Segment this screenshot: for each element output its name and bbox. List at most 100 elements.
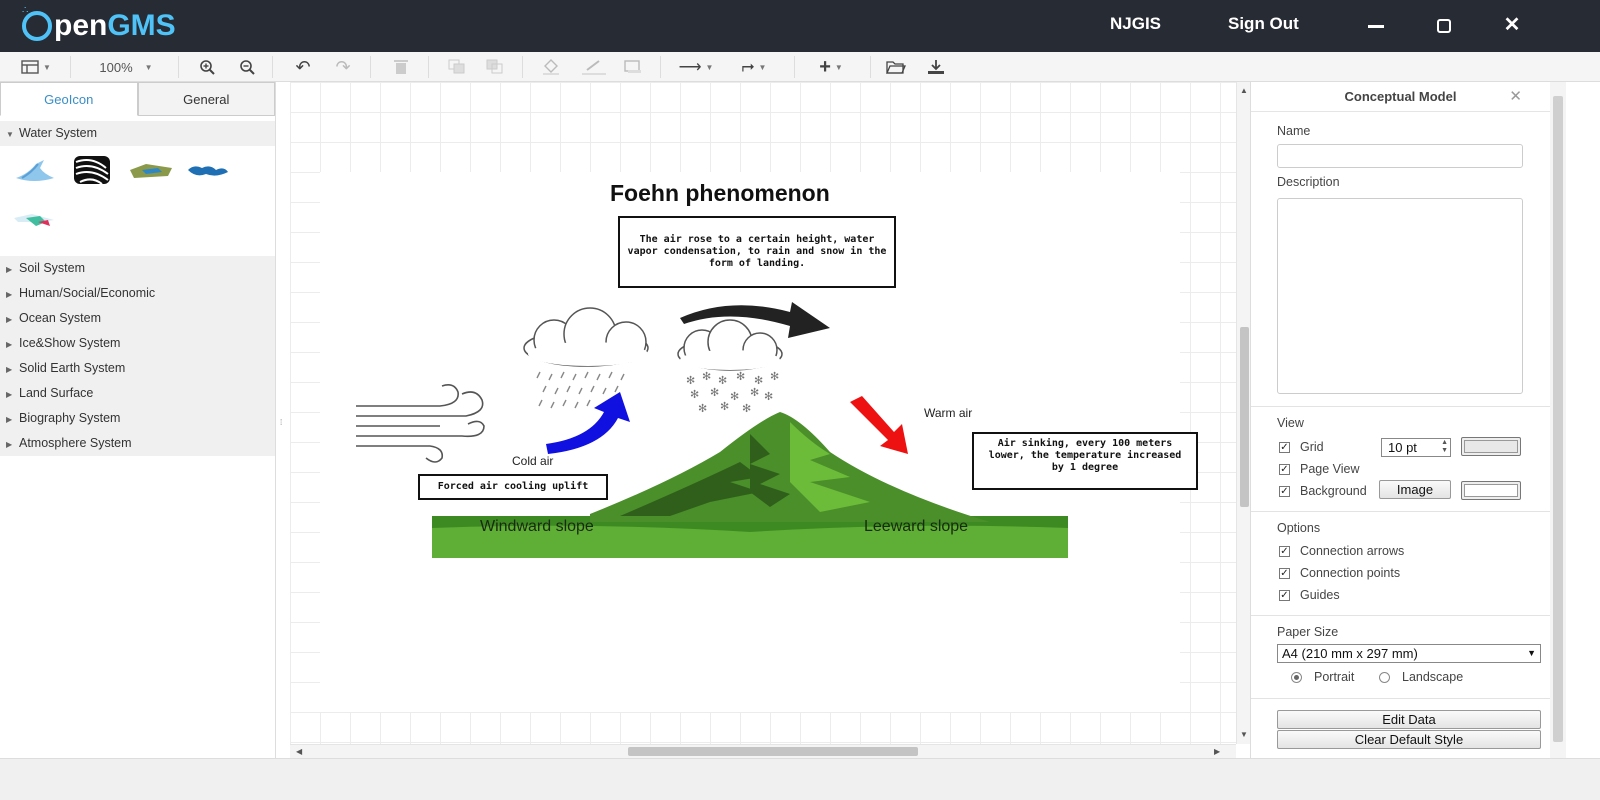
grid-checkbox[interactable]: ✓ Grid (1279, 440, 1324, 454)
chevron-right-icon: ▶ (6, 390, 13, 399)
clear-default-style-button[interactable]: Clear Default Style (1277, 730, 1541, 749)
opengms-logo[interactable]: ∴ pen GMS (22, 5, 176, 46)
chevron-right-icon: ▶ (6, 290, 13, 299)
category-ocean-system[interactable]: ▶ Ocean System (0, 306, 275, 331)
download-button[interactable] (924, 56, 948, 78)
title-bar: ∴ pen GMS NJGIS Sign Out ✕ (0, 0, 1600, 52)
svg-text:✻: ✻ (742, 402, 751, 415)
leeward-slope-label[interactable]: Leeward slope (864, 518, 968, 536)
landscape-radio[interactable]: Landscape (1379, 670, 1463, 684)
uplift-arrow (546, 392, 630, 454)
category-label: Water System (19, 126, 98, 140)
edit-data-button[interactable]: Edit Data (1277, 710, 1541, 729)
tab-geoicon[interactable]: GeoIcon (0, 82, 138, 116)
connection-arrows-checkbox[interactable]: ✓ Connection arrows (1279, 544, 1404, 558)
svg-text:✻: ✻ (690, 388, 699, 401)
page-view-label: Page View (1300, 462, 1360, 476)
svg-text:✻: ✻ (702, 370, 711, 383)
scroll-right-icon[interactable]: ▶ (1214, 747, 1220, 756)
category-label: Soil System (19, 261, 85, 275)
horizontal-scroll-thumb[interactable] (628, 747, 918, 756)
connection-points-checkbox[interactable]: ✓ Connection points (1279, 566, 1400, 580)
lake-terrain-icon[interactable] (128, 160, 174, 182)
category-human-social-economic[interactable]: ▶ Human/Social/Economic (0, 281, 275, 306)
zoom-out-button[interactable] (236, 56, 258, 78)
category-biography-system[interactable]: ▶ Biography System (0, 406, 275, 431)
scroll-up-icon[interactable]: ▲ (1240, 86, 1248, 95)
to-front-icon (448, 59, 465, 74)
panels-icon (21, 60, 39, 74)
close-panel-icon[interactable]: ✕ (1509, 82, 1522, 112)
view-panels-button[interactable]: ▼ (14, 56, 58, 78)
delete-button[interactable] (390, 56, 412, 78)
wave-pattern-icon[interactable] (72, 154, 112, 186)
category-water-system[interactable]: ▼ Water System (0, 121, 275, 146)
panel-scroll-thumb[interactable] (1553, 96, 1563, 742)
to-back-button[interactable] (484, 56, 506, 78)
undo-button[interactable]: ↶ (292, 56, 314, 78)
category-solid-earth-system[interactable]: ▶ Solid Earth System (0, 356, 275, 381)
canvas-vertical-scrollbar[interactable]: ▲ ▼ (1236, 82, 1250, 744)
fill-color-button[interactable] (540, 56, 562, 78)
water-system-palette (0, 146, 275, 246)
shadow-button[interactable] (622, 56, 644, 78)
portrait-radio[interactable]: Portrait (1291, 670, 1354, 684)
cold-air-label[interactable]: Cold air (512, 454, 553, 468)
check-icon: ✓ (1279, 589, 1290, 601)
category-atmosphere-system[interactable]: ▶ Atmosphere System (0, 431, 275, 456)
category-soil-system[interactable]: ▶ Soil System (0, 256, 275, 281)
name-input[interactable] (1277, 144, 1523, 168)
page-view-checkbox[interactable]: ✓ Page View (1279, 462, 1360, 476)
paper-size-select[interactable]: A4 (210 mm x 297 mm) ▼ (1277, 644, 1541, 663)
zoom-select[interactable]: 100% ▼ (88, 56, 164, 78)
line-color-button[interactable] (580, 56, 608, 78)
svg-text:✻: ✻ (764, 390, 773, 403)
minimize-button[interactable] (1362, 12, 1390, 38)
background-image-button[interactable]: Image (1379, 480, 1451, 499)
shape-library-panel: GeoIcon General ▼ Water System ▶ Soil Syst… (0, 82, 276, 772)
diagram-canvas[interactable]: Foehn phenomenon The air rose to a certa… (290, 82, 1236, 744)
windward-slope-label[interactable]: Windward slope (480, 518, 594, 536)
sign-out-link[interactable]: Sign Out (1228, 14, 1299, 34)
name-label: Name (1277, 124, 1311, 138)
note-air-sinking[interactable]: Air sinking, every 100 meters lower, the… (972, 432, 1198, 490)
water-body-icon[interactable] (186, 162, 230, 180)
category-land-surface[interactable]: ▶ Land Surface (0, 381, 275, 406)
vertical-scroll-thumb[interactable] (1240, 327, 1249, 507)
open-file-button[interactable] (884, 56, 908, 78)
background-checkbox[interactable]: ✓ Background (1279, 484, 1367, 498)
stepper-icon[interactable]: ▲ ▼ (1441, 439, 1448, 455)
panel-scrollbar[interactable] (1550, 82, 1566, 758)
category-ice-snow-system[interactable]: ▶ Ice&Show System (0, 331, 275, 356)
description-textarea[interactable] (1277, 198, 1523, 394)
scroll-down-icon[interactable]: ▼ (1240, 730, 1248, 739)
tab-general[interactable]: General (137, 82, 275, 116)
guides-checkbox[interactable]: ✓ Guides (1279, 588, 1340, 602)
background-color-swatch[interactable] (1461, 481, 1521, 500)
logo-text-gms: GMS (107, 9, 176, 42)
maximize-button[interactable] (1430, 12, 1458, 38)
estuary-icon[interactable] (12, 208, 56, 232)
user-link[interactable]: NJGIS (1110, 14, 1161, 34)
zoom-in-button[interactable] (196, 56, 218, 78)
connection-style-button[interactable]: ⟶ ▼ (674, 56, 718, 78)
note-forced-uplift[interactable]: Forced air cooling uplift (418, 474, 608, 500)
plus-icon: + (819, 55, 831, 78)
redo-button[interactable]: ↷ (332, 56, 354, 78)
to-front-button[interactable] (446, 56, 468, 78)
pencil-icon (582, 60, 606, 75)
panel-resize-handle[interactable]: ⁞ (280, 418, 282, 427)
grid-color-swatch[interactable] (1461, 437, 1521, 456)
logo-text-pen: pen (54, 9, 108, 42)
insert-button[interactable]: + ▼ (810, 56, 852, 78)
canvas-horizontal-scrollbar[interactable]: ◀ ▶ (290, 744, 1236, 758)
chevron-right-icon: ▶ (6, 265, 13, 274)
scroll-left-icon[interactable]: ◀ (296, 747, 302, 756)
river-icon[interactable] (14, 158, 56, 186)
close-button[interactable]: ✕ (1498, 12, 1526, 38)
grid-size-input[interactable]: 10 pt ▲ ▼ (1381, 438, 1451, 457)
waypoints-button[interactable]: ⮣ ▼ (732, 56, 776, 78)
minimize-icon (1368, 24, 1384, 28)
warm-air-label[interactable]: Warm air (924, 406, 972, 420)
foehn-illustration: ✻ ✻ ✻ ✻ ✻ ✻ ✻ ✻ ✻ ✻ ✻ ✻ ✻ ✻ (356, 302, 1068, 558)
